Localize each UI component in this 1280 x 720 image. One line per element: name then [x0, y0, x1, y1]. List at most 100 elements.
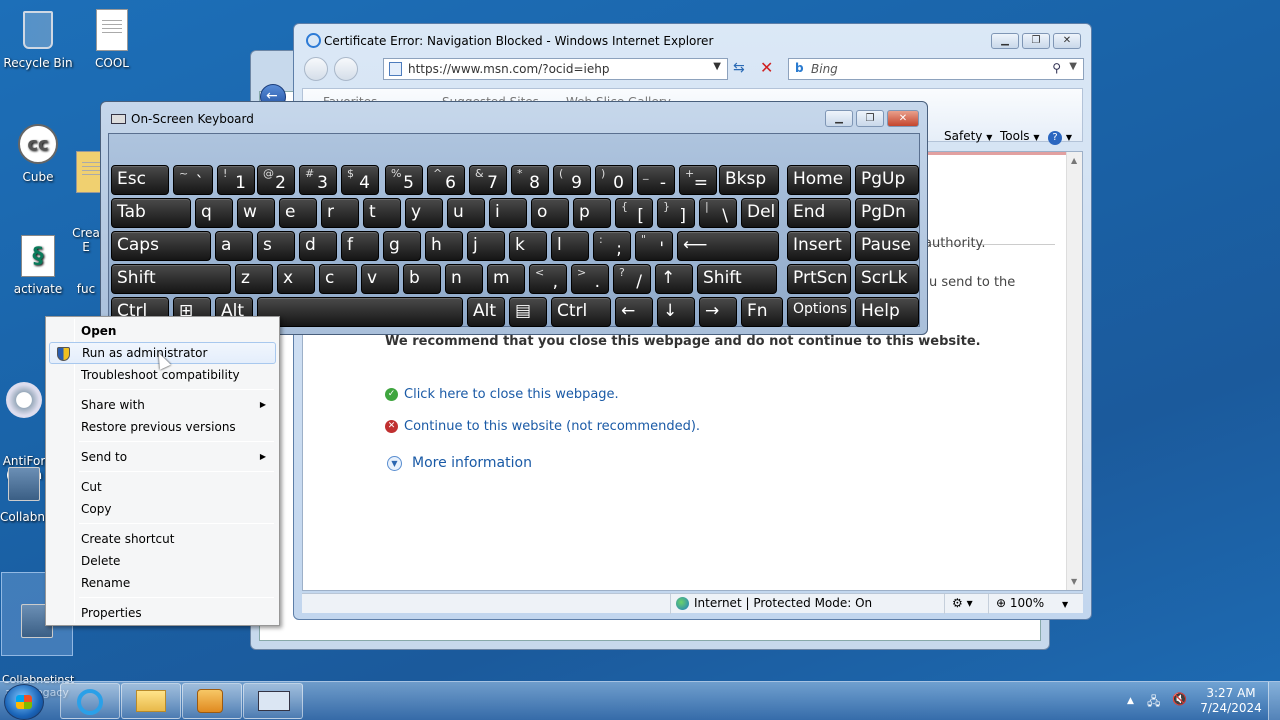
menu-item-create-shortcut[interactable]: Create shortcut	[49, 528, 276, 550]
key-y[interactable]: y	[405, 198, 443, 228]
desktop-icon-cool[interactable]: COOL	[74, 8, 150, 70]
key-p[interactable]: p	[573, 198, 611, 228]
key-pgup[interactable]: PgUp	[855, 165, 919, 195]
key-s[interactable]: s	[257, 231, 295, 261]
key-5[interactable]: % 5	[385, 165, 423, 195]
key-shift[interactable]: Shift	[111, 264, 231, 294]
menu-item-send-to[interactable]: Send to ▶	[49, 446, 276, 468]
key-w[interactable]: w	[237, 198, 275, 228]
key-scrlk[interactable]: ScrLk	[855, 264, 919, 294]
key-x[interactable]: x	[277, 264, 315, 294]
menu-item-properties[interactable]: Properties	[49, 602, 276, 624]
key-esc[interactable]: Esc	[111, 165, 169, 195]
osk-close-button[interactable]: ✕	[887, 110, 919, 127]
key-symbol[interactable]: ⟵	[677, 231, 779, 261]
system-clock[interactable]: 3:27 AM 7/24/2024	[1196, 686, 1266, 716]
key-space[interactable]	[257, 297, 463, 327]
address-dropdown-icon[interactable]: ▼	[713, 61, 721, 72]
key-ctrl[interactable]: Ctrl	[551, 297, 611, 327]
key-symbol[interactable]: ↓	[657, 297, 695, 327]
key-0[interactable]: ) 0	[595, 165, 633, 195]
search-dropdown-icon[interactable]: ▼	[1069, 61, 1077, 72]
key-t[interactable]: t	[363, 198, 401, 228]
menu-item-share-with[interactable]: Share with ▶	[49, 394, 276, 416]
menu-item-delete[interactable]: Delete	[49, 550, 276, 572]
menu-item-copy[interactable]: Copy	[49, 498, 276, 520]
key-z[interactable]: z	[235, 264, 273, 294]
key-9[interactable]: (9	[553, 165, 591, 195]
stop-icon[interactable]: ✕	[760, 58, 773, 77]
key-symbol[interactable]: }]	[657, 198, 695, 228]
more-information-link[interactable]: More information	[412, 455, 532, 471]
refresh-icon[interactable]: ⇆	[733, 60, 745, 76]
close-button[interactable]: ✕	[1053, 33, 1081, 49]
key-8[interactable]: * 8	[511, 165, 549, 195]
key-end[interactable]: End	[787, 198, 851, 228]
back-button[interactable]	[304, 57, 328, 81]
key-v[interactable]: v	[361, 264, 399, 294]
key-pause[interactable]: Pause	[855, 231, 919, 261]
continue-website-link[interactable]: Continue to this website (not recommende…	[404, 419, 700, 434]
vertical-scrollbar[interactable]: ▲ ▼	[1066, 152, 1082, 590]
key-symbol[interactable]: ←	[615, 297, 653, 327]
key-symbol[interactable]: →	[699, 297, 737, 327]
key-symbol[interactable]: ~ `	[173, 165, 213, 195]
key-symbol[interactable]: {[	[615, 198, 653, 228]
key-e[interactable]: e	[279, 198, 317, 228]
desktop-icon-collabne[interactable]: Collabne	[0, 462, 48, 524]
search-icon[interactable]: ⚲	[1052, 61, 1061, 75]
key-i[interactable]: i	[489, 198, 527, 228]
key-fn[interactable]: Fn	[741, 297, 783, 327]
scroll-up-icon[interactable]: ▲	[1071, 156, 1077, 165]
key-alt[interactable]: Alt	[467, 297, 505, 327]
key-options[interactable]: Options	[787, 297, 851, 327]
show-desktop-button[interactable]	[1268, 682, 1280, 720]
key-symbol[interactable]: ↑	[655, 264, 693, 294]
key-symbol[interactable]: :;	[593, 231, 631, 261]
security-status-icon[interactable]: ⚙ ▾	[952, 596, 973, 610]
key-k[interactable]: k	[509, 231, 547, 261]
key-o[interactable]: o	[531, 198, 569, 228]
expand-icon[interactable]: ▼	[387, 456, 402, 471]
menu-item-restore-previous[interactable]: Restore previous versions	[49, 416, 276, 438]
key-symbol[interactable]: >.	[571, 264, 609, 294]
key-tab[interactable]: Tab	[111, 198, 191, 228]
osk-maximize-button[interactable]: ❐	[856, 110, 884, 127]
on-screen-keyboard-window[interactable]: On-Screen Keyboard ▁ ❐ ✕ Esc ~ `! 1 @2 #3 $4% 5…	[100, 101, 928, 335]
key-g[interactable]: g	[383, 231, 421, 261]
tools-menu[interactable]: Tools ▼	[1000, 129, 1040, 143]
key-u[interactable]: u	[447, 198, 485, 228]
minimize-button[interactable]: ▁	[991, 33, 1019, 49]
key-b[interactable]: b	[403, 264, 441, 294]
desktop-icon-activate[interactable]: § activate	[0, 234, 76, 296]
key-symbol[interactable]: ? /	[613, 264, 651, 294]
key-f[interactable]: f	[341, 231, 379, 261]
key-m[interactable]: m	[487, 264, 525, 294]
key-3[interactable]: #3	[299, 165, 337, 195]
scroll-down-icon[interactable]: ▼	[1071, 577, 1077, 586]
network-icon[interactable]: 🖧	[1147, 692, 1160, 713]
key-a[interactable]: a	[215, 231, 253, 261]
key-symbol[interactable]: <,	[529, 264, 567, 294]
osk-minimize-button[interactable]: ▁	[825, 110, 853, 127]
zoom-control[interactable]: ⊕ 100% ▼	[996, 596, 1068, 610]
key-caps[interactable]: Caps	[111, 231, 211, 261]
address-bar[interactable]: https://www.msn.com/?ocid=iehp ▼	[383, 58, 728, 80]
help-menu[interactable]: ? ▼	[1048, 129, 1072, 145]
menu-item-cut[interactable]: Cut	[49, 476, 276, 498]
volume-muted-icon[interactable]: 🔇	[1172, 692, 1187, 706]
key-l[interactable]: l	[551, 231, 589, 261]
search-input[interactable]: b Bing ⚲ ▼	[788, 58, 1084, 80]
key-n[interactable]: n	[445, 264, 483, 294]
key-shift[interactable]: Shift	[697, 264, 777, 294]
desktop-icon-cube[interactable]: cc Cube	[0, 122, 76, 184]
key-bksp[interactable]: Bksp	[719, 165, 779, 195]
key-q[interactable]: q	[195, 198, 233, 228]
key-pgdn[interactable]: PgDn	[855, 198, 919, 228]
key-6[interactable]: ^ 6	[427, 165, 465, 195]
key-symbol[interactable]: " '	[635, 231, 673, 261]
key-prtscn[interactable]: PrtScn	[787, 264, 851, 294]
show-hidden-icons-icon[interactable]: ▲	[1127, 696, 1134, 706]
forward-button[interactable]	[334, 57, 358, 81]
key-c[interactable]: c	[319, 264, 357, 294]
